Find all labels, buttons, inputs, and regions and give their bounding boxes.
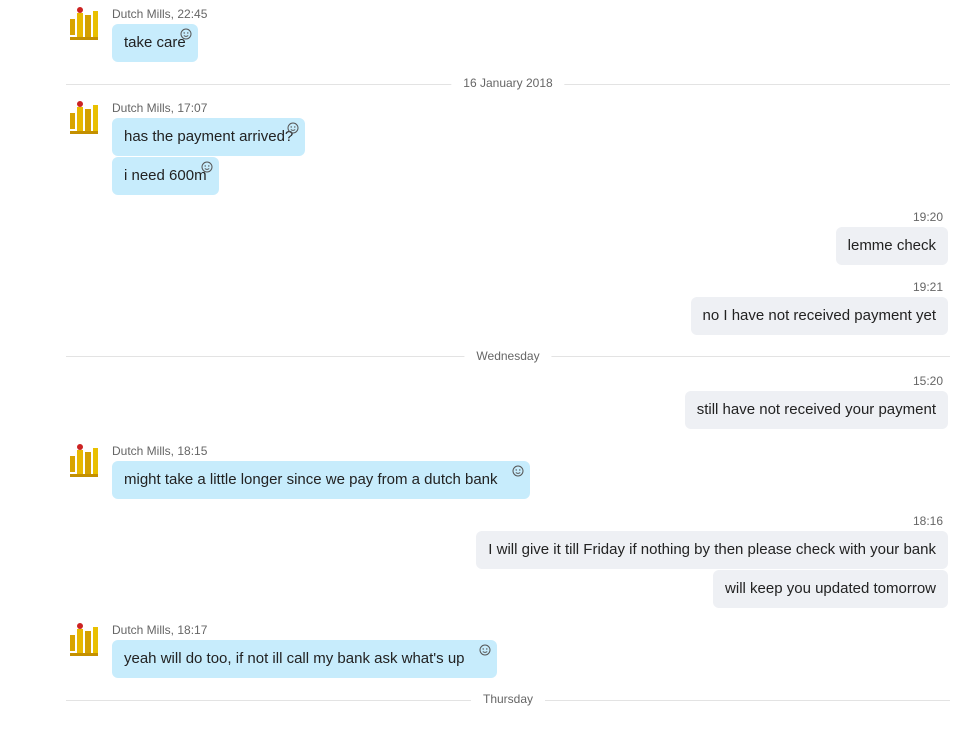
emoji-reaction-icon[interactable]: [287, 122, 299, 134]
coins-icon: [70, 101, 98, 134]
emoji-reaction-icon[interactable]: [479, 644, 491, 656]
message-bubble[interactable]: take care: [112, 24, 198, 62]
sender-label: Dutch Mills, 22:45: [112, 7, 208, 21]
avatar[interactable]: [68, 621, 100, 659]
message-bubble[interactable]: yeah will do too, if not ill call my ban…: [112, 640, 497, 678]
coins-icon: [70, 444, 98, 477]
coins-icon: [70, 7, 98, 40]
message-bubble[interactable]: I will give it till Friday if nothing by…: [476, 531, 948, 569]
coins-icon: [70, 623, 98, 656]
sender-label: Dutch Mills, 18:15: [112, 444, 208, 458]
message-time: 18:16: [912, 514, 943, 528]
message-bubble[interactable]: will keep you updated tomorrow: [713, 570, 948, 608]
message-bubble[interactable]: no I have not received payment yet: [690, 297, 948, 335]
date-divider-label: Thursday: [470, 692, 546, 706]
sender-label: Dutch Mills, 18:17: [112, 623, 208, 637]
message-time: 19:21: [912, 280, 943, 294]
message-bubble[interactable]: still have not received your payment: [684, 391, 948, 429]
message-bubble[interactable]: lemme check: [835, 227, 948, 265]
emoji-reaction-icon[interactable]: [201, 161, 213, 173]
emoji-reaction-icon[interactable]: [512, 465, 524, 477]
avatar[interactable]: [68, 99, 100, 137]
message-bubble[interactable]: might take a little longer since we pay …: [112, 461, 530, 499]
avatar[interactable]: [68, 442, 100, 480]
message-bubble[interactable]: i need 600m: [112, 157, 219, 195]
message-time: 15:20: [912, 374, 943, 388]
date-divider-label: 16 January 2018: [451, 76, 565, 90]
date-divider-label: Wednesday: [464, 349, 552, 363]
emoji-reaction-icon[interactable]: [180, 28, 192, 40]
avatar[interactable]: [68, 5, 100, 43]
message-bubble[interactable]: has the payment arrived?: [112, 118, 306, 156]
message-time: 19:20: [912, 210, 943, 224]
sender-label: Dutch Mills, 17:07: [112, 101, 208, 115]
